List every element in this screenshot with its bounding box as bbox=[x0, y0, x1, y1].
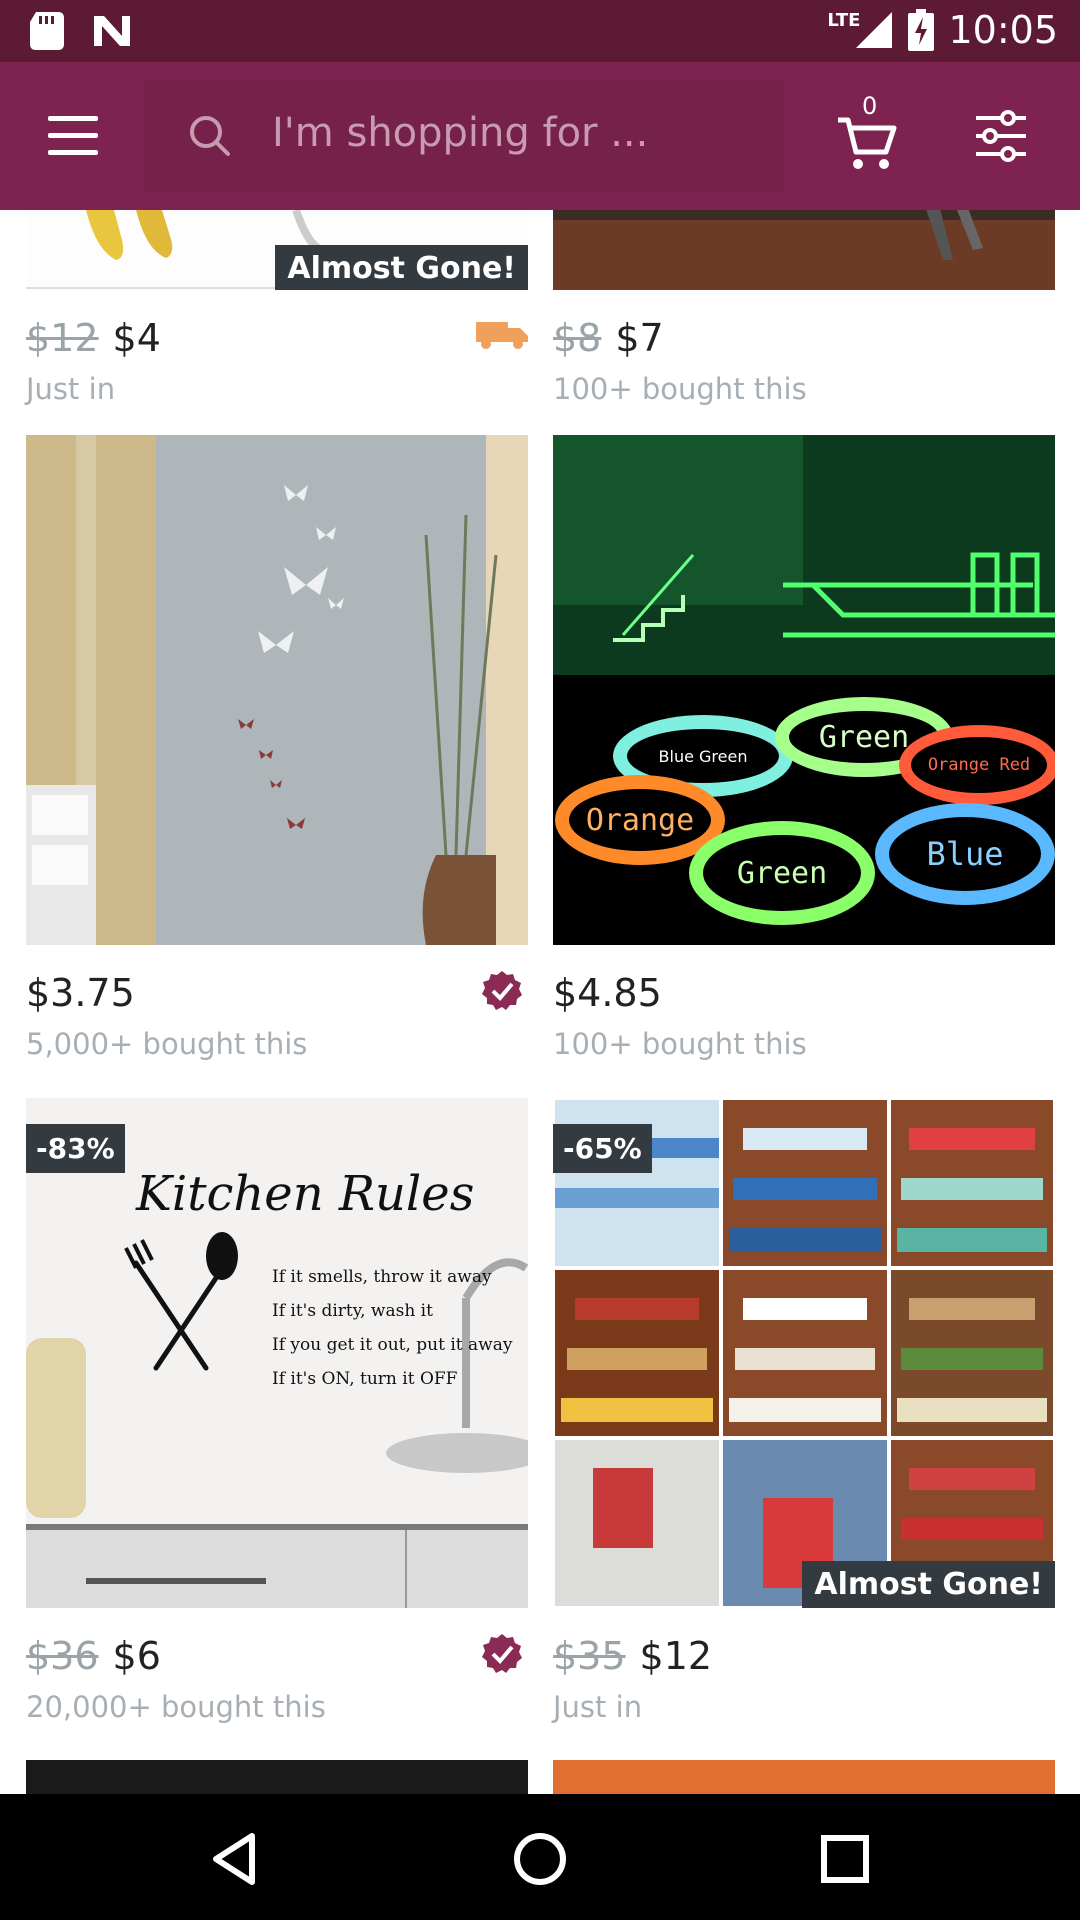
tape-label: Orange Red bbox=[927, 755, 1031, 775]
price-row: $3.75 bbox=[26, 971, 528, 1027]
product-card[interactable] bbox=[26, 1760, 528, 1794]
verified-badge-icon bbox=[482, 971, 522, 1010]
battery-charging-icon bbox=[908, 9, 935, 51]
product-card[interactable]: $3.75 5,000+ bought this bbox=[26, 435, 528, 1075]
product-image[interactable] bbox=[553, 1760, 1055, 1794]
product-card[interactable]: Blue Green Green Orange Red Orange Blue … bbox=[553, 435, 1055, 1075]
butterfly-wall-image bbox=[26, 435, 528, 945]
tape-label: Blue bbox=[926, 835, 1004, 873]
app-bar: I'm shopping for ... 0 bbox=[0, 62, 1080, 210]
almost-gone-badge: Almost Gone! bbox=[802, 1561, 1055, 1608]
product-image[interactable] bbox=[26, 1760, 528, 1794]
floor-image bbox=[553, 210, 1055, 290]
product-image[interactable]: -65% Almost Gone! bbox=[553, 1098, 1055, 1608]
recents-square-icon[interactable] bbox=[810, 1824, 880, 1894]
product-grid: Almost Gone! $12 $4 Just in $8 $7 100+ bou… bbox=[0, 210, 1080, 1794]
price: $4.85 bbox=[553, 971, 662, 1015]
product-image[interactable]: Blue Green Green Orange Red Orange Blue … bbox=[553, 435, 1055, 945]
price-row: $4.85 bbox=[553, 971, 1055, 1027]
network-label: LTE bbox=[827, 9, 861, 31]
tape-label: Orange bbox=[585, 802, 695, 838]
tape-label: Green bbox=[736, 855, 828, 891]
product-card[interactable] bbox=[553, 1760, 1055, 1794]
almost-gone-badge: Almost Gone! bbox=[275, 245, 528, 290]
price: $3.75 bbox=[26, 971, 135, 1015]
stair-sticker-grid bbox=[553, 1098, 1055, 1608]
home-circle-icon[interactable] bbox=[505, 1824, 575, 1894]
discount-badge: -65% bbox=[553, 1124, 652, 1173]
verified-badge-icon bbox=[482, 1634, 522, 1673]
truck-icon bbox=[476, 322, 528, 349]
decal-title: Kitchen Rules bbox=[136, 1166, 475, 1222]
price: $6 bbox=[112, 1634, 161, 1678]
product-image[interactable]: Almost Gone! bbox=[26, 210, 528, 290]
original-price: $12 bbox=[26, 316, 99, 360]
search-bar[interactable]: I'm shopping for ... bbox=[144, 80, 784, 192]
price-row: $36 $6 bbox=[26, 1634, 528, 1690]
decal-line: If it's dirty, wash it bbox=[272, 1301, 433, 1321]
product-image[interactable] bbox=[553, 210, 1055, 290]
original-price: $8 bbox=[553, 316, 602, 360]
original-price: $36 bbox=[26, 1634, 99, 1678]
cart-icon bbox=[838, 117, 897, 169]
purchase-info: 100+ bought this bbox=[553, 372, 807, 406]
status-bar: LTE 10:05 bbox=[0, 0, 1080, 62]
product-image[interactable]: Kitchen Rules If it smells, throw it awa… bbox=[26, 1098, 528, 1608]
tape-roll-blue: Blue bbox=[875, 803, 1055, 905]
n-icon bbox=[94, 16, 130, 46]
purchase-info: 20,000+ bought this bbox=[26, 1690, 326, 1724]
tape-label: Green bbox=[818, 719, 910, 755]
search-icon bbox=[190, 116, 230, 156]
filter-sliders-icon bbox=[976, 110, 1026, 162]
glow-tape-room bbox=[553, 435, 1055, 675]
filter-button[interactable] bbox=[974, 110, 1044, 170]
original-price: $35 bbox=[553, 1634, 626, 1678]
price: $7 bbox=[615, 316, 664, 360]
back-triangle-icon[interactable] bbox=[200, 1824, 270, 1894]
product-image[interactable] bbox=[26, 435, 528, 945]
tape-roll-orange-red: Orange Red bbox=[899, 725, 1055, 805]
clock: 10:05 bbox=[948, 8, 1058, 52]
signal-icon bbox=[856, 12, 893, 48]
decal-lines: If it smells, throw it away If it's dirt… bbox=[272, 1260, 512, 1396]
purchase-info: Just in bbox=[553, 1690, 643, 1724]
product-card[interactable]: -65% Almost Gone! $35 $12 Just in bbox=[553, 1098, 1055, 1738]
sd-card-icon bbox=[30, 12, 64, 50]
hamburger-menu-icon[interactable] bbox=[38, 108, 108, 164]
product-card[interactable]: Kitchen Rules If it smells, throw it awa… bbox=[26, 1098, 528, 1738]
price-row: $12 $4 bbox=[26, 316, 528, 372]
decal-line: If you get it out, put it away bbox=[272, 1335, 513, 1355]
purchase-info: Just in bbox=[26, 372, 116, 406]
search-placeholder: I'm shopping for ... bbox=[272, 110, 649, 156]
cart-button[interactable]: 0 bbox=[836, 92, 906, 172]
purchase-info: 5,000+ bought this bbox=[26, 1027, 308, 1061]
tape-label: Blue Green bbox=[658, 746, 748, 766]
price: $4 bbox=[112, 316, 161, 360]
price-row: $8 $7 bbox=[553, 316, 1055, 372]
glow-tape-rolls: Blue Green Green Orange Red Orange Blue … bbox=[553, 675, 1055, 945]
decal-line: If it smells, throw it away bbox=[272, 1267, 492, 1287]
price: $12 bbox=[639, 1634, 713, 1678]
discount-badge: -83% bbox=[26, 1124, 125, 1173]
system-nav-bar bbox=[0, 1794, 1080, 1920]
purchase-info: 100+ bought this bbox=[553, 1027, 807, 1061]
tape-roll-green-bottom: Green bbox=[689, 821, 875, 925]
decal-line: If it's ON, turn it OFF bbox=[272, 1369, 458, 1389]
price-row: $35 $12 bbox=[553, 1634, 1055, 1690]
